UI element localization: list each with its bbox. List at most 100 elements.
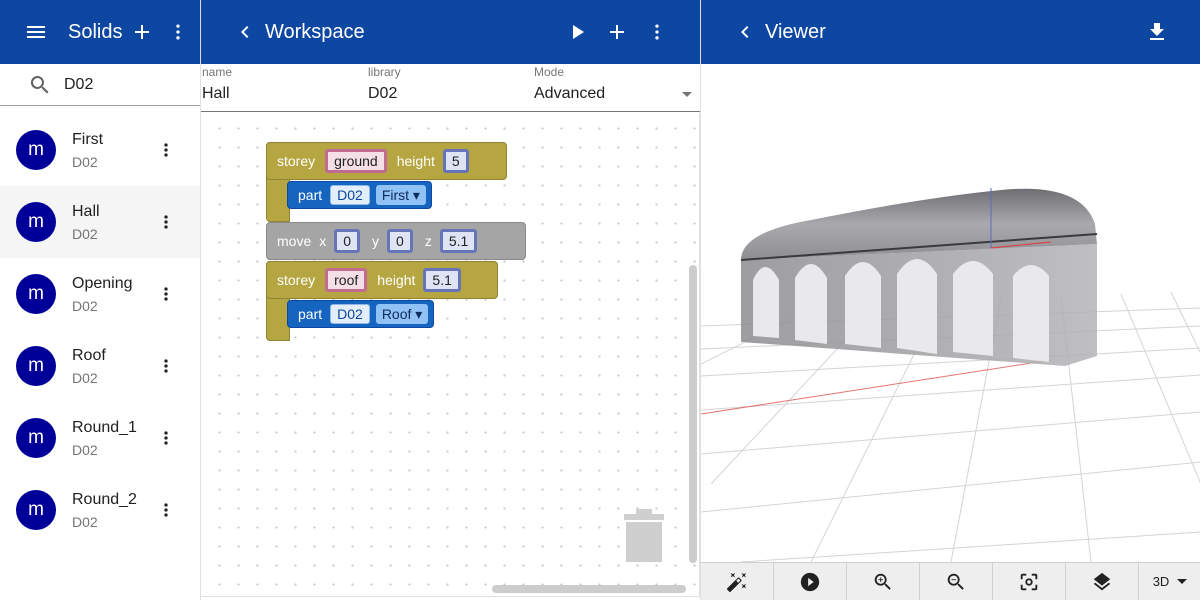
item-title: Roof (72, 346, 106, 364)
layers-icon (1093, 572, 1111, 590)
more-vert-icon (164, 143, 168, 157)
item-more-button[interactable] (156, 354, 176, 383)
play-icon (573, 25, 584, 39)
view-mode-select[interactable]: 3D (1139, 563, 1200, 600)
view-mode-value: 3D (1152, 574, 1170, 589)
workspace-horizontal-scrollbar[interactable] (492, 585, 686, 593)
item-more-button[interactable] (156, 282, 176, 311)
item-more-button[interactable] (156, 138, 176, 167)
move-x-input[interactable]: 0 (334, 229, 361, 253)
chevron-left-icon (741, 26, 749, 38)
magic-wand-icon (726, 572, 747, 592)
item-title: First (72, 130, 104, 148)
trash-icon[interactable] (622, 508, 666, 569)
height-label: height (396, 153, 435, 169)
zoom-out-icon (947, 573, 964, 590)
item-more-button[interactable] (156, 498, 176, 527)
workspace-panel: Workspace name Hall library D02 Mode Adv… (200, 0, 701, 600)
workspace-more-button[interactable] (637, 0, 677, 64)
block-keyword: storey (277, 272, 316, 288)
library-label: library (368, 65, 401, 79)
search-bar (0, 64, 200, 106)
download-button[interactable] (1137, 0, 1177, 64)
part-library: D02 (330, 185, 370, 205)
magic-wand-button[interactable] (701, 563, 774, 600)
part-block-roof[interactable]: part D02 Roof ▾ (287, 300, 434, 328)
viewer-toolbar: 3D (701, 562, 1200, 600)
list-item-first[interactable]: m First D02 (0, 114, 200, 186)
chevron-down-icon (682, 92, 692, 97)
x-axis-line (701, 359, 1052, 415)
list-item-hall[interactable]: m Hall D02 (0, 186, 200, 258)
zoom-in-button[interactable] (847, 563, 920, 600)
storey-name-input[interactable]: roof (325, 268, 368, 292)
add-solid-button[interactable] (122, 0, 162, 64)
list-item-round-1[interactable]: m Round_1 D02 (0, 402, 200, 474)
run-button[interactable] (557, 0, 597, 64)
more-vert-icon (655, 24, 659, 40)
layers-button[interactable] (1066, 563, 1139, 600)
workspace-appbar: Workspace (201, 0, 701, 64)
height-label: height (377, 272, 416, 288)
storey-name-input[interactable]: ground (325, 149, 387, 173)
part-solid-value: First (381, 187, 410, 203)
workspace-add-button[interactable] (597, 0, 637, 64)
part-solid-value: Roof (381, 306, 412, 322)
mode-select[interactable]: Mode Advanced (534, 64, 700, 110)
workspace-back-button[interactable] (225, 0, 265, 64)
more-vert-icon (164, 287, 168, 301)
move-y-input[interactable]: 0 (387, 229, 413, 253)
item-title: Round_1 (72, 418, 137, 436)
list-item-opening[interactable]: m Opening D02 (0, 258, 200, 330)
item-more-button[interactable] (156, 426, 176, 455)
block-keyword: part (298, 187, 323, 203)
move-y-label: y (372, 233, 380, 249)
play-button[interactable] (774, 563, 847, 600)
more-vert-icon (176, 24, 181, 40)
blockly-workspace[interactable]: storey ground height 5 part D02 First ▾ … (202, 113, 700, 597)
viewer-appbar: Viewer (701, 0, 1200, 64)
search-icon (30, 75, 49, 93)
move-z-input[interactable]: 5.1 (439, 229, 478, 253)
item-library: D02 (72, 153, 98, 170)
item-title: Hall (72, 202, 100, 220)
search-input[interactable] (64, 75, 184, 94)
avatar: m (16, 490, 56, 530)
block-keyword: storey (277, 153, 316, 169)
name-field[interactable]: name Hall (202, 64, 362, 103)
list-item-round-2[interactable]: m Round_2 D02 (0, 474, 200, 546)
zoom-out-button[interactable] (920, 563, 993, 600)
name-label: name (202, 65, 233, 79)
part-block-first[interactable]: part D02 First ▾ (287, 181, 432, 209)
move-x-label: x (319, 233, 327, 249)
mode-label: Mode (534, 65, 565, 79)
storey-height-input[interactable]: 5 (442, 149, 469, 173)
viewer-panel: Viewer 3D (700, 0, 1200, 600)
part-solid-dropdown[interactable]: First ▾ (375, 185, 426, 205)
part-solid-dropdown[interactable]: Roof ▾ (375, 304, 429, 324)
list-item-roof[interactable]: m Roof D02 (0, 330, 200, 402)
solids-panel: Solids m First D02 m Hall D02 (0, 0, 200, 600)
storey-height-input[interactable]: 5.1 (423, 268, 461, 292)
storey-block-ground[interactable]: storey ground height 5 (266, 142, 507, 180)
workspace-vertical-scrollbar[interactable] (689, 265, 697, 563)
storey-block-roof[interactable]: storey roof height 5.1 (266, 261, 498, 299)
item-library: D02 (72, 513, 98, 530)
solids-title: Solids (68, 20, 123, 43)
viewer-back-button[interactable] (725, 0, 765, 64)
item-more-button[interactable] (156, 210, 176, 239)
menu-button[interactable] (8, 0, 64, 64)
chevron-down-icon (1177, 579, 1188, 584)
library-value: D02 (368, 85, 398, 102)
item-library: D02 (72, 225, 98, 242)
library-field[interactable]: library D02 (368, 64, 528, 103)
viewer-title: Viewer (765, 20, 826, 43)
avatar: m (16, 202, 56, 242)
solids-more-button[interactable] (166, 0, 190, 64)
more-vert-icon (164, 359, 168, 373)
item-library: D02 (72, 297, 98, 314)
avatar: m (16, 418, 56, 458)
move-block[interactable]: move x 0 y 0 z 5.1 (266, 222, 526, 260)
fit-view-button[interactable] (993, 563, 1066, 600)
3d-viewport[interactable] (701, 64, 1200, 562)
